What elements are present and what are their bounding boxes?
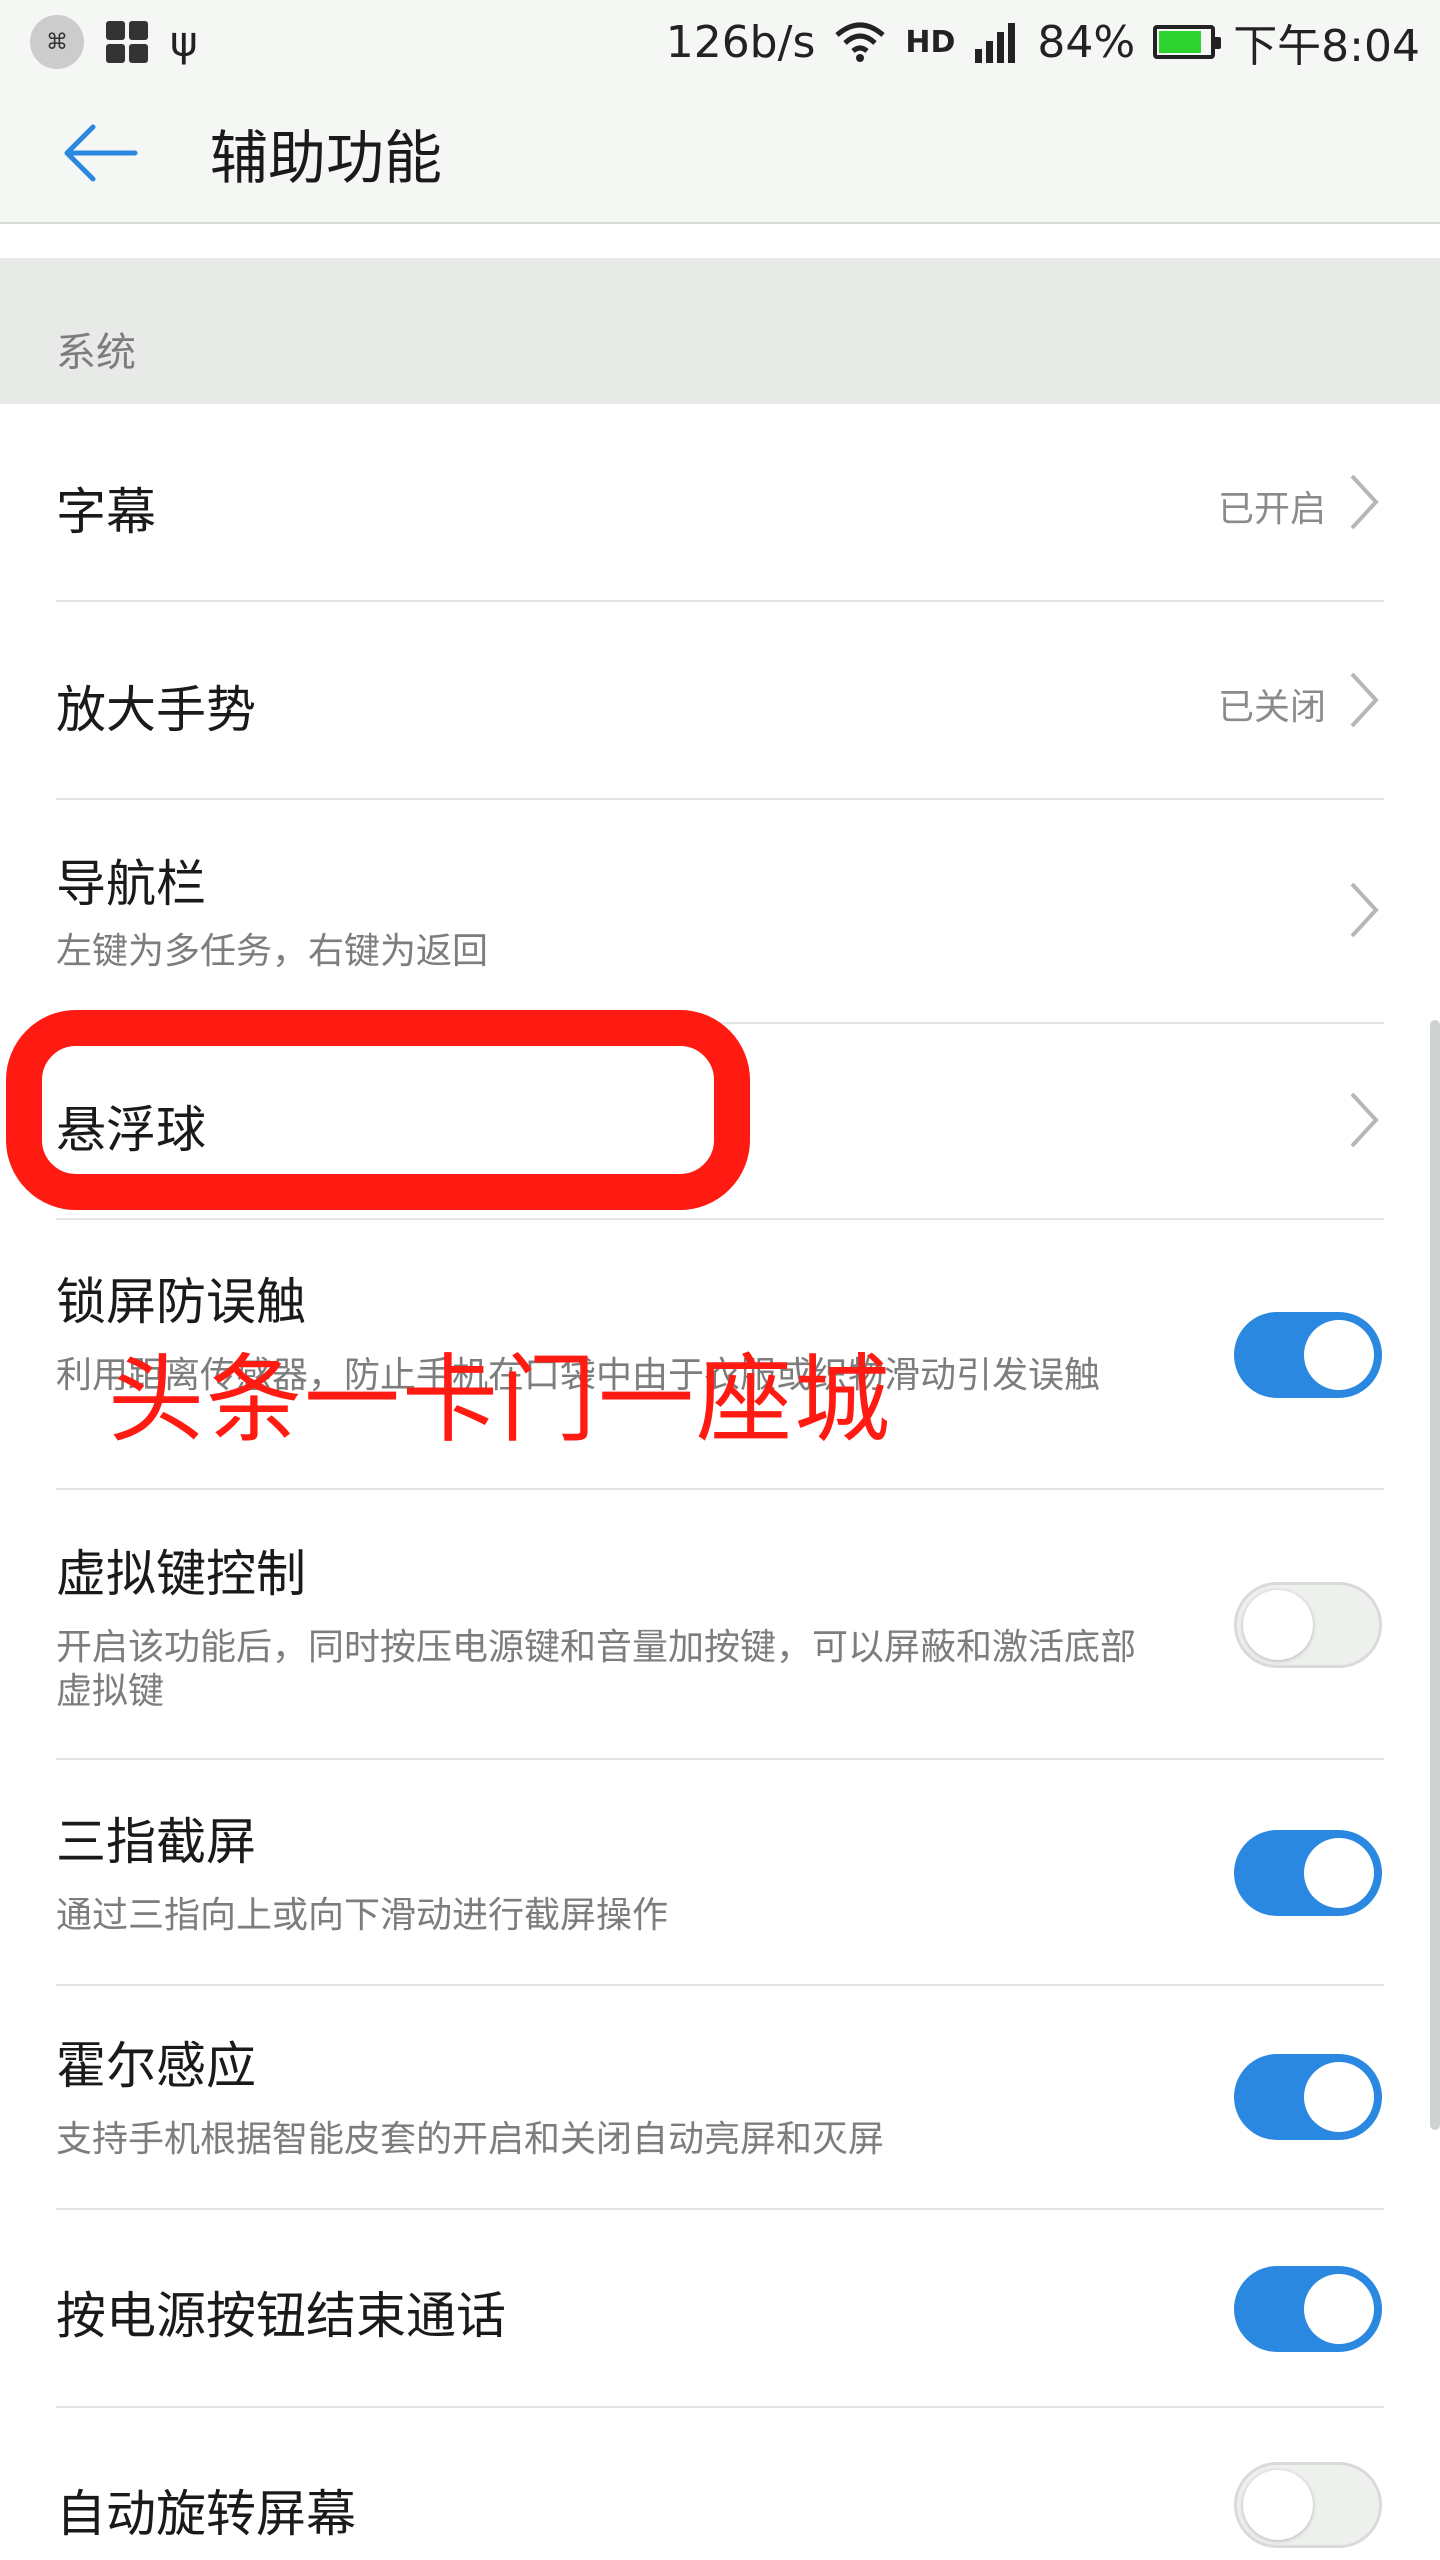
setting-value: 已关闭	[1217, 687, 1326, 728]
scrollbar[interactable]	[1430, 1020, 1440, 2130]
setting-subtitle: 通过三指向上或向下滑动进行截屏操作	[56, 1895, 669, 1936]
setting-magnification-gestures[interactable]: 放大手势 已关闭	[0, 602, 1440, 800]
chevron-right-icon	[1350, 1092, 1379, 1148]
setting-virtual-key-control: 虚拟键控制 开启该功能后，同时按压电源键和音量加按键，可以屏蔽和激活底部虚拟键	[0, 1490, 1440, 1760]
setting-title: 字幕	[56, 483, 156, 541]
chevron-right-icon	[1350, 474, 1379, 530]
section-label: 系统	[56, 330, 136, 376]
battery-icon	[1153, 25, 1222, 59]
app-bar: 辅助功能	[0, 84, 1440, 224]
toggle-switch[interactable]	[1234, 2462, 1382, 2548]
chevron-right-icon	[1350, 882, 1379, 938]
section-header: 系统	[0, 258, 1440, 404]
toggle-switch[interactable]	[1234, 1830, 1382, 1916]
setting-title: 放大手势	[56, 681, 256, 739]
toggle-switch[interactable]	[1234, 2054, 1382, 2140]
signal-icon	[973, 21, 1019, 63]
setting-power-ends-call: 按电源按钮结束通话	[0, 2208, 1440, 2408]
usb-icon: ψ	[170, 17, 198, 66]
setting-subtitle: 左键为多任务，右键为返回	[56, 931, 489, 972]
back-button[interactable]	[40, 93, 160, 213]
toggle-switch[interactable]	[1234, 1582, 1382, 1668]
chevron-right-icon	[1350, 672, 1379, 728]
status-bar: ⌘ ψ 126b/s HD 84% 下午8:04	[0, 0, 1440, 84]
grid-app-icon	[106, 21, 148, 63]
setting-title: 导航栏	[56, 855, 206, 913]
setting-title: 虚拟键控制	[56, 1545, 306, 1603]
page-title: 辅助功能	[210, 124, 443, 192]
watermark-text: 头条一卡门一座城	[108, 1344, 892, 1456]
toggle-switch[interactable]	[1234, 1312, 1382, 1398]
setting-auto-rotate: 自动旋转屏幕	[0, 2406, 1440, 2560]
network-speed: 126b/s	[665, 16, 816, 68]
hd-label: HD	[905, 24, 956, 60]
battery-percent: 84%	[1037, 16, 1136, 68]
arrow-left-icon	[64, 124, 138, 182]
setting-navigation-bar[interactable]: 导航栏 左键为多任务，右键为返回	[0, 798, 1440, 1024]
wifi-icon	[833, 21, 887, 63]
status-bar-left: ⌘ ψ	[30, 15, 198, 69]
annotation-highlight-box	[6, 1010, 750, 1210]
setting-subtitles[interactable]: 字幕 已开启	[0, 404, 1440, 602]
status-bar-right: 126b/s HD 84% 下午8:04	[666, 10, 1420, 74]
setting-title: 霍尔感应	[56, 2037, 256, 2095]
setting-subtitle: 开启该功能后，同时按压电源键和音量加按键，可以屏蔽和激活底部虚拟键	[56, 1627, 1137, 1712]
setting-subtitle: 支持手机根据智能皮套的开启和关闭自动亮屏和灭屏	[56, 2119, 885, 2160]
setting-three-finger-screenshot: 三指截屏 通过三指向上或向下滑动进行截屏操作	[0, 1758, 1440, 1986]
app-notification-icon: ⌘	[30, 15, 84, 69]
setting-hall-sensor: 霍尔感应 支持手机根据智能皮套的开启和关闭自动亮屏和灭屏	[0, 1984, 1440, 2210]
toggle-switch[interactable]	[1234, 2266, 1382, 2352]
clock: 下午8:04	[1233, 21, 1420, 72]
setting-value: 已开启	[1217, 489, 1326, 530]
setting-title: 按电源按钮结束通话	[56, 2287, 506, 2345]
setting-title: 三指截屏	[56, 1813, 256, 1871]
setting-title: 自动旋转屏幕	[56, 2485, 356, 2543]
